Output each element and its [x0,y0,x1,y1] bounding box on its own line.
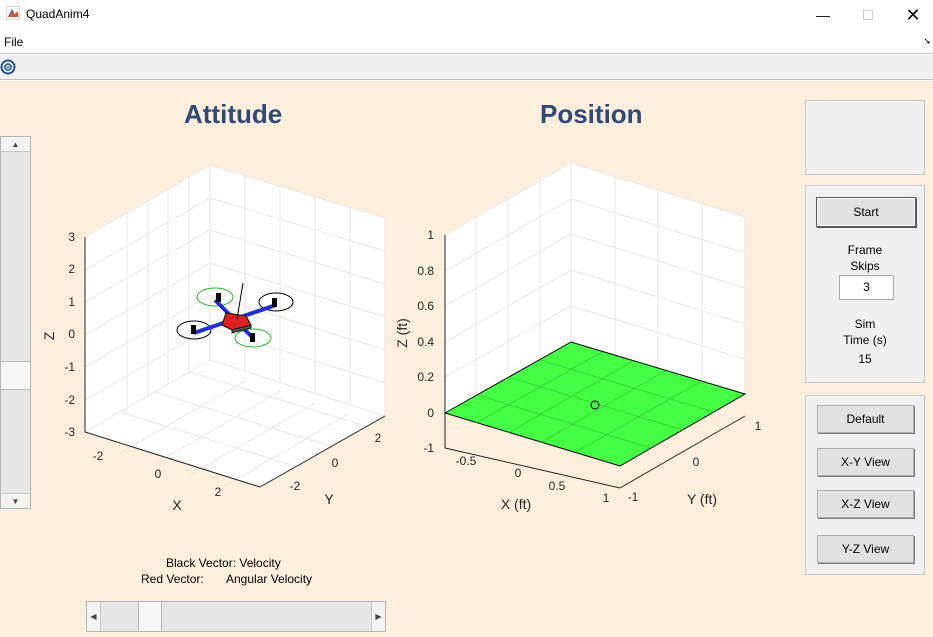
attitude-y-tick: 0 [332,456,339,470]
attitude-z-tick: 3 [68,230,75,244]
frame-skips-input[interactable]: 3 [839,275,894,300]
time-slider-thumb[interactable] [138,602,162,631]
attitude-z-tick: 1 [68,295,75,309]
xy-view-button[interactable]: X-Y View [817,448,914,476]
view-panel: Default X-Y View X-Z View Y-Z View [805,395,925,575]
sim-time-value: 15 [858,352,872,366]
attitude-x-tick: -2 [93,449,104,463]
scroll-down-arrow-icon[interactable]: ▼ [1,493,30,508]
position-z-tick: 0 [427,406,434,420]
attitude-y-tick: -2 [290,479,301,493]
figure-canvas: Attitude Position ▲ ▼ 3 2 1 0 -1 -2 -3 -… [0,81,933,637]
position-x-tick: 0.5 [549,479,566,493]
title-bar: QuadAnim4 — ☐ ✕ [0,0,933,30]
legend-angular-label: Red Vector: [141,572,204,586]
position-y-tick: 0 [693,455,700,469]
legend-angular-value: Angular Velocity [226,572,313,586]
toolbar [0,55,933,80]
attitude-z-tick: 0 [68,327,75,341]
attitude-axes[interactable]: 3 2 1 0 -1 -2 -3 -2 0 2 2 0 -2 X Y Z [40,161,400,521]
position-z-tick: 0.6 [417,299,434,313]
restore-view-icon[interactable] [0,58,18,76]
attitude-x-tick: 0 [155,467,162,481]
attitude-y-tick: 2 [375,431,382,445]
yz-view-button[interactable]: Y-Z View [817,535,914,563]
attitude-y-label: Y [324,491,334,507]
slider-left-arrow-icon[interactable]: ◀ [87,602,101,631]
position-z-tick: 0.4 [417,335,434,349]
sim-time-label-2: Time (s) [843,333,887,347]
attitude-x-label: X [172,497,182,513]
position-x-tick: 0 [515,466,522,480]
position-y-label: Y (ft) [687,491,717,507]
attitude-z-tick: -1 [64,360,75,374]
menu-overflow-icon[interactable]: ➘ [923,36,931,47]
attitude-title: Attitude [184,99,283,129]
scroll-up-arrow-icon[interactable]: ▲ [1,137,30,152]
legend-velocity: Black Vector: Velocity [166,556,281,570]
motor [250,333,255,342]
position-y-tick: -1 [628,490,639,504]
minimize-button[interactable]: — [800,0,846,30]
position-x-label: X (ft) [501,496,531,512]
slider-right-arrow-icon[interactable]: ▶ [371,602,385,631]
xz-view-button[interactable]: X-Z View [817,490,914,518]
attitude-x-tick: 2 [215,485,222,499]
position-z-tick: 0.2 [417,370,434,384]
window-title: QuadAnim4 [26,7,90,21]
position-z-tick: -1 [423,441,434,455]
sim-controls-panel: Start Frame Skips 3 Sim Time (s) 15 [805,185,925,383]
attitude-z-tick: -2 [64,393,75,407]
maximize-button[interactable]: ☐ [845,0,891,30]
vertical-scroll-thumb[interactable] [1,361,30,390]
matlab-app-icon [6,6,20,20]
menu-bar: File ➘ [0,30,933,54]
time-slider[interactable]: ◀ ▶ [86,601,386,632]
motor [216,293,221,302]
vertical-scrollbar[interactable]: ▲ ▼ [0,136,31,509]
default-view-button[interactable]: Default [817,405,914,433]
menu-file[interactable]: File [4,35,23,49]
position-x-tick: -0.5 [456,454,477,468]
position-z-tick: 0.8 [417,264,434,278]
close-button[interactable]: ✕ [890,0,933,30]
start-button[interactable]: Start [816,197,916,227]
position-x-tick: 1 [603,491,610,505]
position-z-label: Z (ft) [394,318,410,348]
position-y-tick: 1 [755,419,762,433]
motor [272,298,277,307]
attitude-z-label: Z [41,331,57,340]
frame-skips-label-1: Frame [847,243,883,257]
motor [191,325,196,334]
position-axes[interactable]: 1 0.8 0.6 0.4 0.2 0 -1 -0.5 0 0.5 1 1 0 … [390,161,770,521]
position-title: Position [540,99,643,129]
sim-time-label-1: Sim [854,317,876,331]
attitude-z-tick: -3 [64,425,75,439]
position-z-tick: 1 [427,228,434,242]
blank-panel [805,100,925,175]
frame-skips-label-2: Skips [850,259,880,273]
attitude-z-tick: 2 [68,262,75,276]
